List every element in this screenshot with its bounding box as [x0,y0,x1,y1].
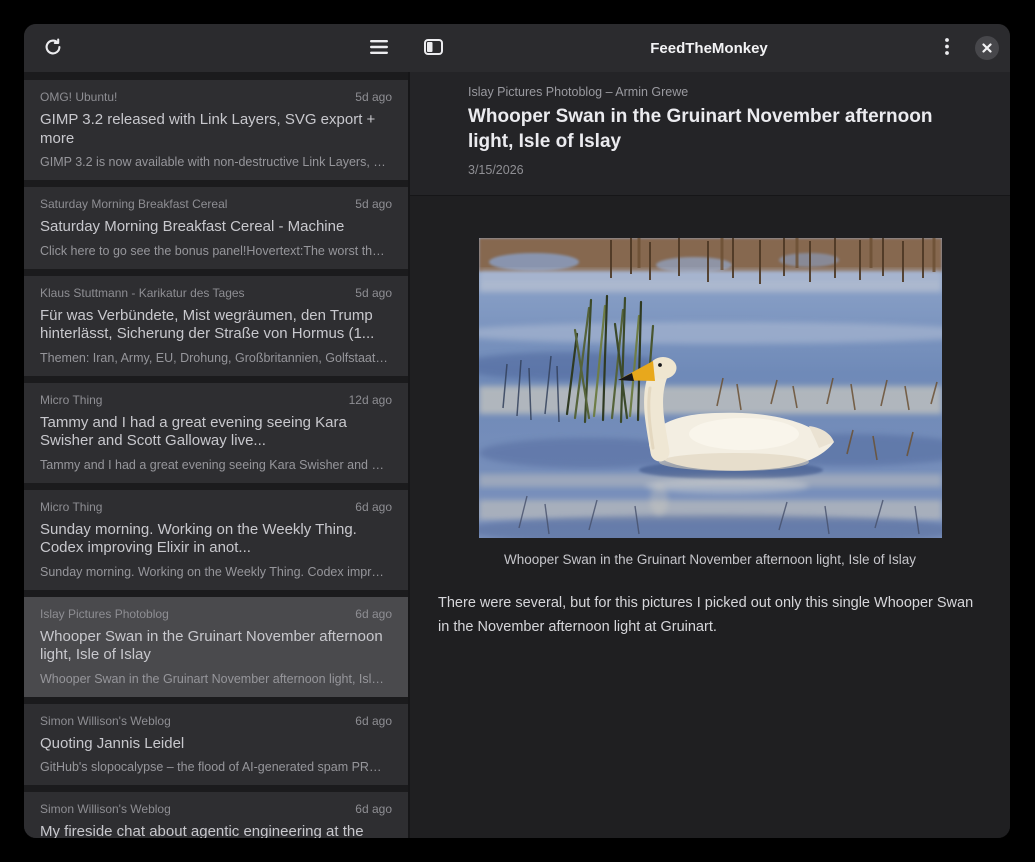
feed-item-meta: Klaus Stuttmann - Karikatur des Tages 5d… [40,286,392,301]
list-toolbar [24,24,408,72]
feed-item-title: Whooper Swan in the Gruinart November af… [40,628,392,665]
whooper-swan-photo [479,238,942,538]
feed-item-summary: Tammy and I had a great evening seeing K… [40,458,392,473]
feed-item-source: Saturday Morning Breakfast Cereal [40,197,227,212]
feed-item-time: 5d ago [355,90,392,105]
feed-item-meta: Simon Willison's Weblog 6d ago [40,714,392,729]
header-actions [933,34,999,62]
article-body: There were several, but for this picture… [438,591,982,639]
feed-item-title: My fireside chat about agentic engineeri… [40,823,392,838]
image-caption: Whooper Swan in the Gruinart November af… [479,552,942,567]
feed-list-item[interactable]: Saturday Morning Breakfast Cereal 5d ago… [24,187,408,269]
feed-item-title: Für was Verbündete, Mist wegräumen, den … [40,307,392,344]
feed-item-time: 5d ago [355,286,392,301]
article-figure: Whooper Swan in the Gruinart November af… [479,238,942,567]
feed-item-summary: Sunday morning. Working on the Weekly Th… [40,565,392,580]
feed-item-source: OMG! Ubuntu! [40,90,117,105]
article-feed-name: Islay Pictures Photoblog – Armin Grewe [468,85,952,99]
feed-item-summary: Themen: Iran, Army, EU, Drohung, Großbri… [40,351,392,366]
feed-item-summary: Whooper Swan in the Gruinart November af… [40,672,392,687]
close-button[interactable] [975,36,999,60]
feed-item-meta: Micro Thing 12d ago [40,393,392,408]
feed-item-title: GIMP 3.2 released with Link Layers, SVG … [40,111,392,148]
sidebar-toggle-icon [424,39,443,58]
feed-list-item[interactable]: Islay Pictures Photoblog 6d ago Whooper … [24,597,408,697]
close-icon [982,41,992,56]
feed-item-summary: GitHub's slopocalypse – the flood of AI-… [40,760,392,775]
article-content: Whooper Swan in the Gruinart November af… [410,196,1010,838]
feed-list-item[interactable]: OMG! Ubuntu! 5d ago GIMP 3.2 released wi… [24,80,408,180]
feed-item-meta: Micro Thing 6d ago [40,500,392,515]
feed-item-list: OMG! Ubuntu! 5d ago GIMP 3.2 released wi… [24,72,408,838]
feed-item-summary: GIMP 3.2 is now available with non-destr… [40,155,392,170]
refresh-icon [43,37,63,60]
feed-item-source: Islay Pictures Photoblog [40,607,169,622]
feed-list-item[interactable]: Klaus Stuttmann - Karikatur des Tages 5d… [24,276,408,376]
app-window: FeedTheMonkey [24,24,1010,838]
feed-item-meta: OMG! Ubuntu! 5d ago [40,90,392,105]
sidebar-toggle-button[interactable] [419,34,447,62]
app-title: FeedTheMonkey [408,40,1010,57]
hamburger-menu-icon [370,40,388,57]
reader-toolbar: FeedTheMonkey [408,24,1010,72]
feed-item-meta: Islay Pictures Photoblog 6d ago [40,607,392,622]
article-header: Islay Pictures Photoblog – Armin Grewe W… [410,72,1010,196]
feed-item-title: Saturday Morning Breakfast Cereal - Mach… [40,218,392,237]
feed-item-meta: Simon Willison's Weblog 6d ago [40,802,392,817]
feed-item-title: Tammy and I had a great evening seeing K… [40,414,392,451]
list-menu-button[interactable] [365,34,393,62]
article-date: 3/15/2026 [468,163,952,177]
feed-item-title: Sunday morning. Working on the Weekly Th… [40,521,392,558]
feed-item-source: Klaus Stuttmann - Karikatur des Tages [40,286,245,301]
feed-item-source: Simon Willison's Weblog [40,714,171,729]
feed-item-title: Quoting Jannis Leidel [40,735,392,754]
feed-list-item[interactable]: Simon Willison's Weblog 6d ago Quoting J… [24,704,408,786]
feed-list-item[interactable]: Micro Thing 6d ago Sunday morning. Worki… [24,490,408,590]
feed-item-source: Micro Thing [40,393,102,408]
feed-item-meta: Saturday Morning Breakfast Cereal 5d ago [40,197,392,212]
title-bar: FeedTheMonkey [24,24,1010,72]
feed-list-item[interactable]: Simon Willison's Weblog 6d ago My firesi… [24,792,408,838]
feed-item-time: 12d ago [349,393,392,408]
refresh-button[interactable] [39,34,67,62]
feed-item-time: 6d ago [355,500,392,515]
main-area: OMG! Ubuntu! 5d ago GIMP 3.2 released wi… [24,72,1010,838]
kebab-menu-icon [945,38,949,58]
feed-item-summary: Click here to go see the bonus panel!Hov… [40,244,392,259]
feed-list-item[interactable]: Micro Thing 12d ago Tammy and I had a gr… [24,383,408,483]
article-title: Whooper Swan in the Gruinart November af… [468,104,952,154]
article-pane: Islay Pictures Photoblog – Armin Grewe W… [410,72,1010,838]
feed-item-time: 6d ago [355,714,392,729]
feed-item-time: 6d ago [355,607,392,622]
feed-item-source: Simon Willison's Weblog [40,802,171,817]
more-options-button[interactable] [933,34,961,62]
feed-item-time: 5d ago [355,197,392,212]
feed-item-time: 6d ago [355,802,392,817]
feed-item-source: Micro Thing [40,500,102,515]
